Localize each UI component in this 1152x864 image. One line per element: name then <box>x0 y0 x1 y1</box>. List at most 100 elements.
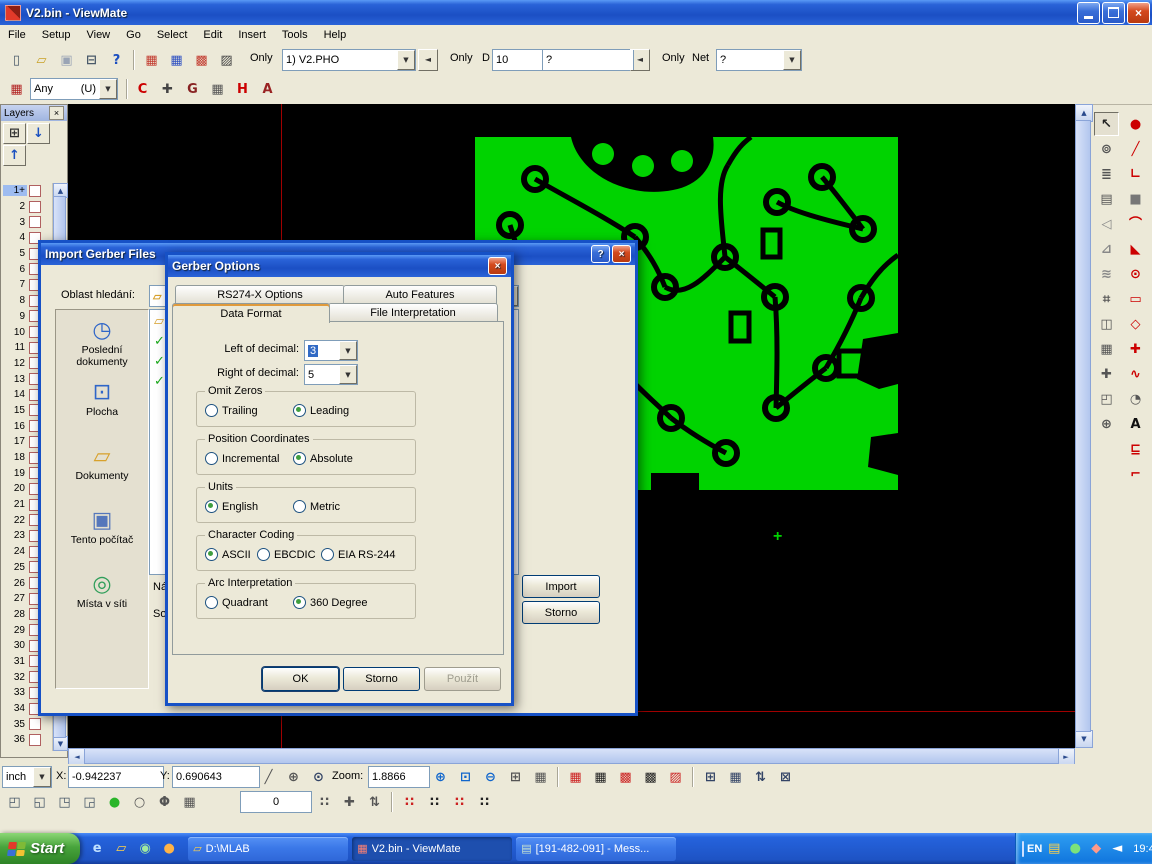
context-help-icon[interactable]: ? <box>104 48 129 72</box>
tab-data-format[interactable]: Data Format <box>172 303 330 323</box>
draw-filled-rect-icon[interactable]: ■ <box>1123 187 1148 211</box>
minimize-button[interactable] <box>1077 2 1100 24</box>
open-folder-icon[interactable]: ▱ <box>29 48 54 72</box>
grid-snap-icon[interactable]: ▦ <box>528 765 553 789</box>
print-icon[interactable]: ⊟ <box>79 48 104 72</box>
menu-item-select[interactable]: Select <box>149 25 196 46</box>
menu-item-go[interactable]: Go <box>118 25 149 46</box>
move-layer-up-icon[interactable]: ↑ <box>3 145 26 166</box>
draw-triangle-icon[interactable]: ◣ <box>1123 237 1148 261</box>
layer-color-swatch[interactable] <box>29 734 41 746</box>
layer-row[interactable]: 35 <box>1 716 51 732</box>
snap-grid-icon[interactable]: ⌗ <box>1094 287 1119 311</box>
close-button[interactable]: × <box>612 245 631 263</box>
draw-spline-icon[interactable]: ∿ <box>1123 362 1148 386</box>
pattern-c-icon[interactable]: ∷ <box>447 790 472 814</box>
place-item[interactable]: ▣Tento počítač <box>56 508 148 546</box>
chevron-down-icon[interactable]: ▼ <box>783 50 801 70</box>
hcode-icon[interactable]: Η <box>230 77 255 101</box>
gcode-icon[interactable]: G <box>180 77 205 101</box>
scroll-thumb[interactable] <box>84 748 1059 764</box>
net-combo[interactable]: ? ▼ <box>716 49 802 71</box>
select-pointer-icon[interactable]: ↖ <box>1094 112 1119 136</box>
menu-item-view[interactable]: View <box>78 25 118 46</box>
move-layer-down-icon[interactable]: ↓ <box>27 123 50 144</box>
display-mode-3-icon[interactable]: ▩ <box>613 765 638 789</box>
radio-ebcdic[interactable]: EBCDIC <box>257 548 316 561</box>
pattern-d-icon[interactable]: ∷ <box>472 790 497 814</box>
clip-icon[interactable]: ◰ <box>1094 387 1119 411</box>
array-icon[interactable]: ▦ <box>1094 337 1119 361</box>
draw-crosshair-icon[interactable]: ✚ <box>1123 337 1148 361</box>
language-bar-icon[interactable] <box>1022 841 1024 857</box>
tray-red-icon[interactable]: ◆ <box>1087 840 1105 858</box>
ruler-tool-icon[interactable]: ⊑ <box>1123 437 1148 461</box>
copy-layer-icon[interactable]: ◰ <box>2 790 27 814</box>
only-net-label[interactable]: Only <box>662 52 685 64</box>
x-coordinate-field[interactable]: -0.942237 <box>68 766 164 788</box>
taskbar-task[interactable]: ▱D:\MLAB <box>188 837 348 861</box>
radio-360-degree[interactable]: 360 Degree <box>293 596 368 609</box>
tray-green-icon[interactable]: ● <box>1066 840 1084 858</box>
layer-stack-icon[interactable]: ≣ <box>1094 162 1119 186</box>
scale-icon[interactable]: ≋ <box>1094 262 1119 286</box>
menu-item-tools[interactable]: Tools <box>274 25 316 46</box>
aperture-filter-combo[interactable]: Any(U) ▼ <box>30 78 118 100</box>
draw-elbow-icon[interactable]: ∟ <box>1123 162 1148 186</box>
sketch-icon[interactable]: ⊕ <box>1094 412 1119 436</box>
display-mode-1-icon[interactable]: ▦ <box>563 765 588 789</box>
radio-trailing[interactable]: Trailing <box>205 404 258 417</box>
menu-item-insert[interactable]: Insert <box>230 25 274 46</box>
chevron-down-icon[interactable]: ▼ <box>339 365 357 384</box>
layer-row[interactable]: 1+ <box>1 183 51 199</box>
draw-line-icon[interactable]: ╱ <box>1123 137 1148 161</box>
place-item[interactable]: ⊡Plocha <box>56 380 148 418</box>
cancel-button[interactable]: Storno <box>522 601 600 624</box>
duplicate-layer-icon[interactable]: ◲ <box>77 790 102 814</box>
step-repeat-icon[interactable]: ◫ <box>1094 312 1119 336</box>
menu-item-file[interactable]: File <box>0 25 34 46</box>
vertical-scrollbar[interactable]: ▲ ▼ <box>1075 104 1091 748</box>
draw-arc-icon[interactable]: ⌒ <box>1123 212 1148 236</box>
chevron-down-icon[interactable]: ▼ <box>99 79 117 99</box>
menu-item-setup[interactable]: Setup <box>34 25 79 46</box>
radio-ascii[interactable]: ASCII <box>205 548 251 561</box>
display-mode-2-icon[interactable]: ▦ <box>588 765 613 789</box>
radio-metric[interactable]: Metric <box>293 500 340 513</box>
probe-icon[interactable]: Φ <box>152 790 177 814</box>
place-item[interactable]: ◎Místa v síti <box>56 572 148 610</box>
display-mode-4-icon[interactable]: ▩ <box>638 765 663 789</box>
previous-layer-button[interactable]: ◄ <box>418 49 438 71</box>
draw-cutout-icon[interactable]: ◔ <box>1123 387 1148 411</box>
chevron-down-icon[interactable]: ▼ <box>397 50 415 70</box>
layer-color-swatch[interactable] <box>29 185 41 197</box>
merge-layers-icon[interactable]: ⊠ <box>773 765 798 789</box>
tray-keyboard-icon[interactable]: ▤ <box>1045 840 1063 858</box>
origin-icon[interactable]: ⊕ <box>281 765 306 789</box>
aperture-list-icon[interactable]: ▦ <box>4 77 29 101</box>
layer-row[interactable]: 3 <box>1 214 51 230</box>
lamp-icon[interactable]: ○ <box>127 790 152 814</box>
updown-icon[interactable]: ⇅ <box>362 790 387 814</box>
tab-file-interpretation[interactable]: File Interpretation <box>328 303 498 323</box>
grid-settings-icon[interactable]: ▦ <box>177 790 202 814</box>
close-button[interactable]: × <box>1127 2 1150 24</box>
layer-table-icon[interactable]: ⊞ <box>3 123 26 144</box>
radio-leading[interactable]: Leading <box>293 404 349 417</box>
measure-distance-icon[interactable]: ╱ <box>256 765 281 789</box>
dcode-value-field[interactable]: 10 <box>492 49 546 71</box>
zoom-point-icon[interactable]: ⊚ <box>1094 137 1119 161</box>
radio-eia-rs-244[interactable]: EIA RS-244 <box>321 548 395 561</box>
flatten-icon[interactable]: ▤ <box>1094 187 1119 211</box>
radio-quadrant[interactable]: Quadrant <box>205 596 268 609</box>
radio-incremental[interactable]: Incremental <box>205 452 279 465</box>
folder-shortcut-icon[interactable]: ▱ <box>110 838 132 860</box>
place-item[interactable]: ◷Poslední dokumenty <box>56 318 148 368</box>
highlight-aperture-icon[interactable]: ▦ <box>164 48 189 72</box>
previous-dcode-button[interactable]: ◄ <box>630 49 650 71</box>
anchor-icon[interactable]: ✚ <box>337 790 362 814</box>
menu-item-edit[interactable]: Edit <box>195 25 230 46</box>
grid-aperture-icon[interactable]: ▦ <box>205 77 230 101</box>
close-icon[interactable]: × <box>49 106 64 120</box>
rotate-icon[interactable]: ⊿ <box>1094 237 1119 261</box>
